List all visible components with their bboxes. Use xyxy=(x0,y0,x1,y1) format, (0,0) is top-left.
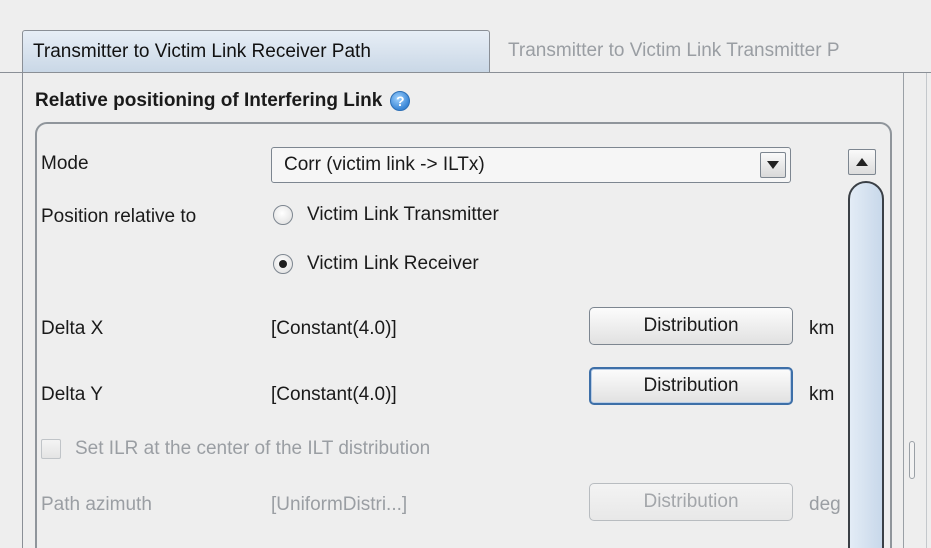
tab-victim-link-receiver-path[interactable]: Transmitter to Victim Link Receiver Path xyxy=(22,30,490,73)
pane-divider-secondary xyxy=(926,73,927,548)
scrollbar-thumb[interactable] xyxy=(848,181,884,548)
radio-label: Victim Link Transmitter xyxy=(307,204,499,225)
radio-victim-link-receiver[interactable]: Victim Link Receiver xyxy=(273,253,479,275)
path-azimuth-distribution-button[interactable]: Distribution xyxy=(589,483,793,521)
delta-x-value: [Constant(4.0)] xyxy=(271,318,397,339)
tab-content-panel: Relative positioning of Interfering Link… xyxy=(22,73,931,548)
mode-dropdown[interactable]: Corr (victim link -> ILTx) xyxy=(271,147,791,183)
delta-y-distribution-button[interactable]: Distribution xyxy=(589,367,793,405)
mode-selected-value: Corr (victim link -> ILTx) xyxy=(284,154,485,175)
delta-y-label: Delta Y xyxy=(41,384,103,405)
chevron-up-icon xyxy=(856,158,868,166)
position-relative-label: Position relative to xyxy=(41,206,197,227)
section-title: Relative positioning of Interfering Link… xyxy=(35,90,411,112)
window: Transmitter to Victim Link Receiver Path… xyxy=(0,0,931,548)
pane-divider xyxy=(903,73,904,548)
help-icon[interactable]: ? xyxy=(390,91,411,111)
section-title-label: Relative positioning of Interfering Link xyxy=(35,90,383,111)
radio-button[interactable] xyxy=(273,205,293,225)
chevron-down-icon[interactable] xyxy=(760,152,786,178)
delta-y-unit: km xyxy=(809,384,835,405)
radio-button-selected[interactable] xyxy=(273,254,293,274)
set-ilr-checkbox[interactable] xyxy=(41,439,61,459)
path-azimuth-label: Path azimuth xyxy=(41,494,152,515)
scroll-up-button[interactable] xyxy=(848,149,876,175)
delta-y-value: [Constant(4.0)] xyxy=(271,384,397,405)
set-ilr-checkbox-row[interactable]: Set ILR at the center of the ILT distrib… xyxy=(41,438,430,460)
split-pane-handle[interactable] xyxy=(909,441,915,479)
path-azimuth-value: [UniformDistri...] xyxy=(271,494,408,515)
mode-label: Mode xyxy=(41,153,89,174)
radio-dot xyxy=(279,260,287,268)
tab-victim-link-transmitter-path[interactable]: Transmitter to Victim Link Transmitter P xyxy=(492,30,931,73)
set-ilr-label: Set ILR at the center of the ILT distrib… xyxy=(75,438,431,459)
radio-label: Victim Link Receiver xyxy=(307,253,479,274)
radio-victim-link-transmitter[interactable]: Victim Link Transmitter xyxy=(273,204,499,226)
delta-x-unit: km xyxy=(809,318,835,339)
delta-x-label: Delta X xyxy=(41,318,104,339)
path-azimuth-unit: deg xyxy=(809,494,841,515)
delta-x-distribution-button[interactable]: Distribution xyxy=(589,307,793,345)
